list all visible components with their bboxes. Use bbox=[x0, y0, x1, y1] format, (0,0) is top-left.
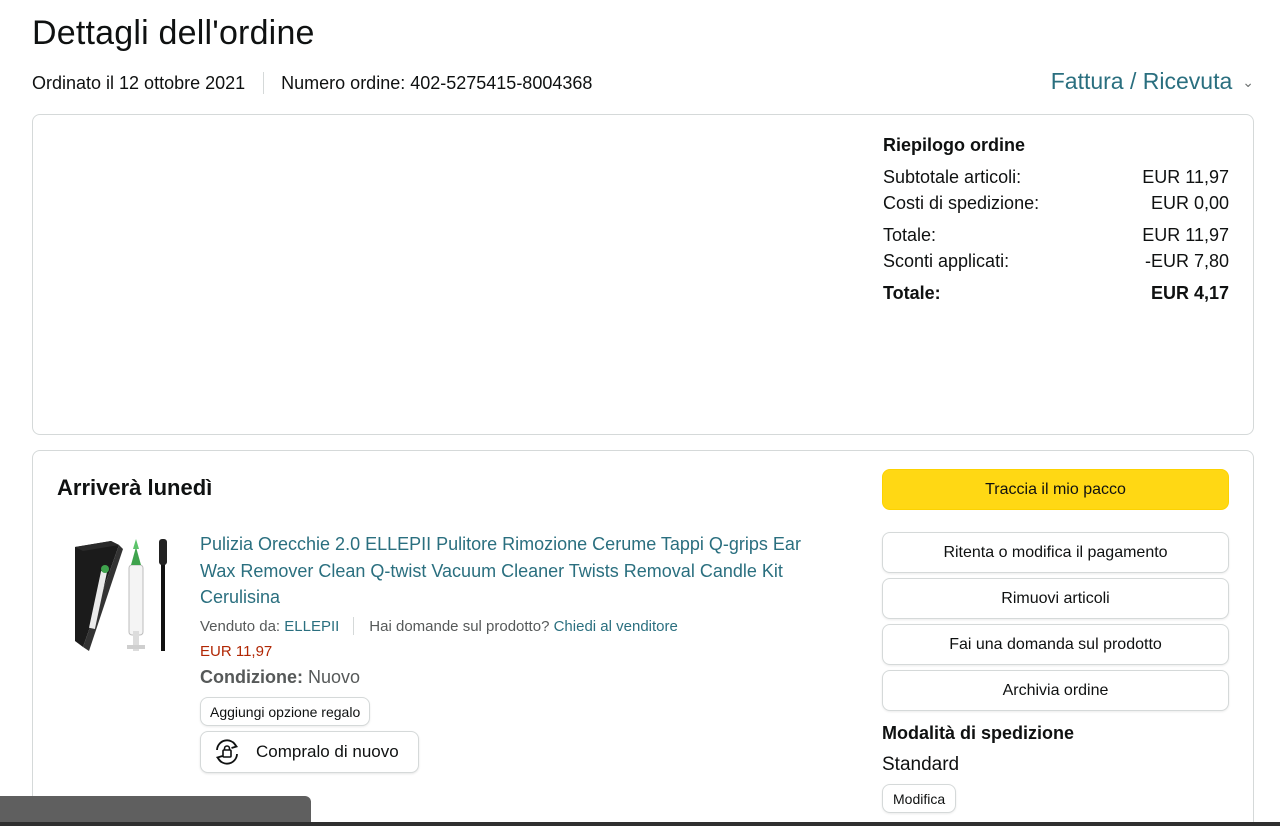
order-summary: Riepilogo ordine Subtotale articoli: EUR… bbox=[883, 135, 1229, 306]
product-title-link[interactable]: Pulizia Orecchie 2.0 ELLEPII Pulitore Ri… bbox=[200, 531, 830, 611]
ask-seller-link[interactable]: Chiedi al venditore bbox=[554, 618, 678, 635]
summary-row-total: Totale: EUR 11,97 bbox=[883, 222, 1229, 248]
shipment-card: Arriverà lunedì Pulizia Orecchie 2.0 ELL… bbox=[32, 450, 1254, 826]
summary-row-discount: Sconti applicati: -EUR 7,80 bbox=[883, 248, 1229, 274]
product-condition: Condizione: Nuovo bbox=[200, 667, 360, 688]
summary-row-grand-total: Totale: EUR 4,17 bbox=[883, 280, 1229, 306]
remove-items-button[interactable]: Rimuovi articoli bbox=[882, 578, 1229, 619]
buy-again-button[interactable]: Compralo di nuovo bbox=[200, 731, 419, 773]
summary-label: Subtotale articoli: bbox=[883, 166, 1022, 187]
order-summary-card: Riepilogo ordine Subtotale articoli: EUR… bbox=[32, 114, 1254, 435]
summary-value: EUR 0,00 bbox=[1150, 192, 1229, 213]
order-date: Ordinato il 12 ottobre 2021 bbox=[32, 72, 246, 93]
order-meta: Ordinato il 12 ottobre 2021 Numero ordin… bbox=[32, 72, 592, 94]
summary-label: Sconti applicati: bbox=[883, 250, 1010, 271]
page-title: Dettagli dell'ordine bbox=[32, 14, 315, 52]
summary-label: Totale: bbox=[883, 282, 941, 303]
seller-row: Venduto da: ELLEPII Hai domande sul prod… bbox=[200, 617, 678, 635]
summary-label: Costi di spedizione: bbox=[883, 192, 1040, 213]
summary-value: -EUR 7,80 bbox=[1144, 250, 1229, 271]
chevron-down-icon: ⌄ bbox=[1242, 74, 1254, 90]
arrival-heading: Arriverà lunedì bbox=[57, 475, 213, 500]
archive-order-button[interactable]: Archivia ordine bbox=[882, 670, 1229, 711]
rebuy-icon bbox=[210, 735, 244, 769]
bottom-divider bbox=[0, 822, 1280, 826]
shipping-method-value: Standard bbox=[882, 754, 960, 775]
summary-value: EUR 11,97 bbox=[1142, 166, 1229, 187]
summary-label: Totale: bbox=[883, 224, 937, 245]
sold-by-label: Venduto da: bbox=[200, 617, 281, 635]
product-image[interactable] bbox=[71, 535, 175, 653]
condition-label: Condizione: bbox=[200, 667, 303, 687]
shipping-method-title: Modalità di spedizione bbox=[882, 723, 1075, 743]
meta-divider bbox=[263, 72, 265, 94]
summary-row-subtotal: Subtotale articoli: EUR 11,97 bbox=[883, 164, 1229, 190]
product-image-graphic bbox=[75, 539, 167, 651]
summary-value: EUR 11,97 bbox=[1142, 224, 1229, 245]
add-gift-option-button[interactable]: Aggiungi opzione regalo bbox=[200, 697, 371, 726]
product-price: EUR 11,97 bbox=[200, 643, 273, 660]
summary-row-shipping: Costi di spedizione: EUR 0,00 bbox=[883, 190, 1229, 216]
order-number: Numero ordine: 402-5275415-8004368 bbox=[281, 72, 593, 93]
condition-value: Nuovo bbox=[308, 667, 361, 687]
seller-link[interactable]: ELLEPII bbox=[284, 618, 339, 635]
track-package-button[interactable]: Traccia il mio pacco bbox=[882, 469, 1229, 510]
retry-payment-button[interactable]: Ritenta o modifica il pagamento bbox=[882, 532, 1229, 573]
seller-divider bbox=[353, 617, 355, 635]
question-label: Hai domande sul prodotto? bbox=[369, 617, 550, 635]
invoice-dropdown[interactable]: Fattura / Ricevuta ⌄ bbox=[1051, 68, 1254, 95]
modify-shipping-button[interactable]: Modifica bbox=[882, 784, 957, 813]
summary-value: EUR 4,17 bbox=[1150, 282, 1229, 303]
ask-product-question-button[interactable]: Fai una domanda sul prodotto bbox=[882, 624, 1229, 665]
order-actions: Traccia il mio pacco Ritenta o modifica … bbox=[882, 469, 1229, 813]
summary-title: Riepilogo ordine bbox=[883, 135, 1025, 155]
invoice-label[interactable]: Fattura / Ricevuta bbox=[1051, 68, 1233, 95]
buy-again-label[interactable]: Compralo di nuovo bbox=[256, 742, 399, 762]
